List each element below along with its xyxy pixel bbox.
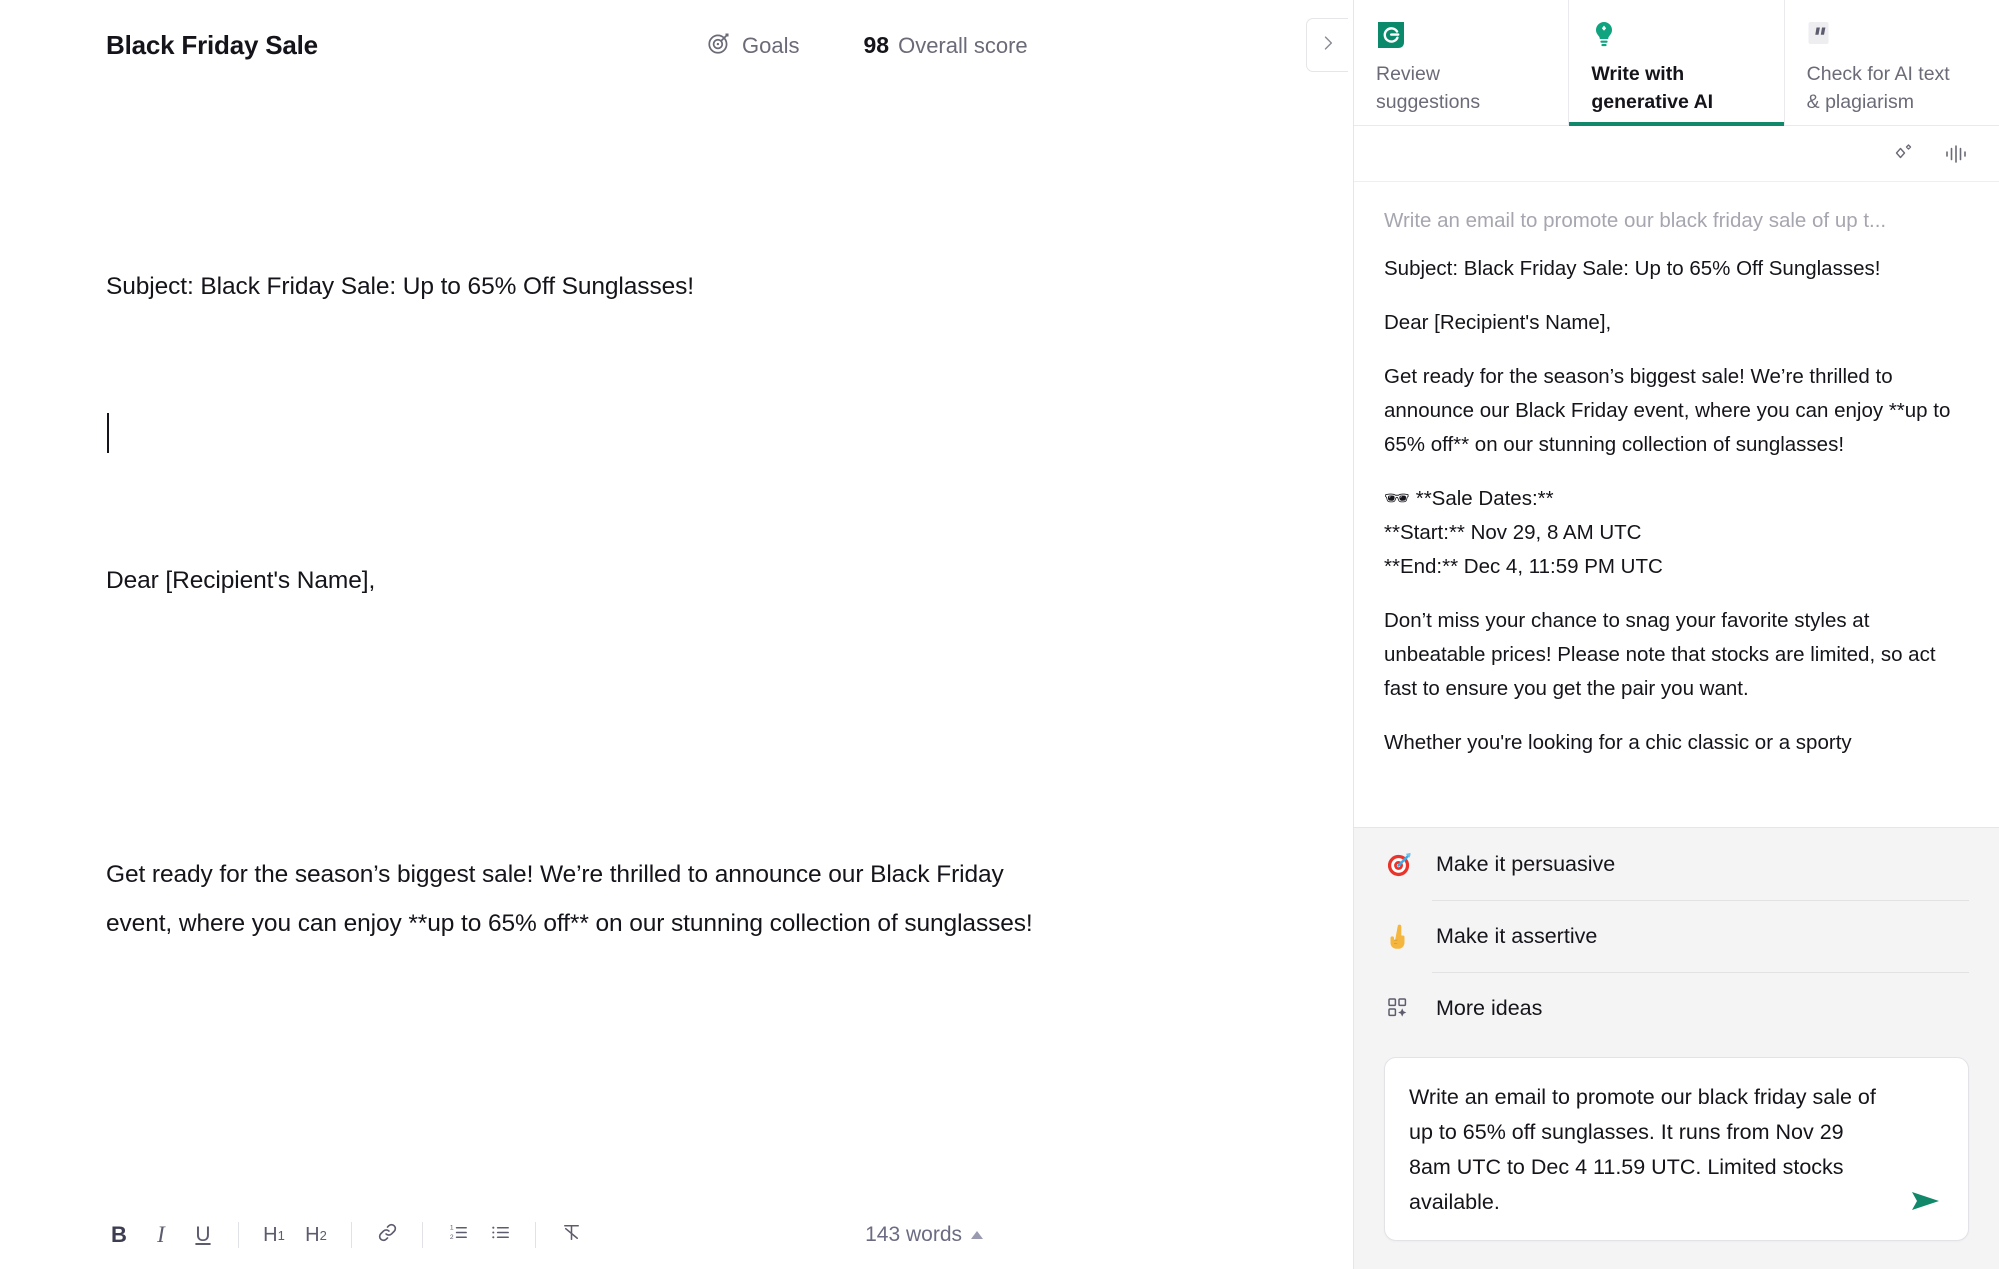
heading-1-button[interactable]: H1 — [253, 1214, 295, 1256]
grammarly-g-icon — [1376, 18, 1546, 52]
h1-number: 1 — [277, 1227, 285, 1243]
tab-check-ai-text-plagiarism[interactable]: Check for AI text & plagiarism — [1783, 0, 1999, 125]
goals-label: Goals — [742, 32, 800, 58]
voice-waveform-icon[interactable] — [1943, 141, 1971, 167]
toolbar-divider — [535, 1222, 536, 1248]
assistant-tabs: Review suggestions Write with generative… — [1354, 0, 1999, 126]
goals-target-icon — [706, 30, 732, 61]
ai-spacer — [1384, 462, 1969, 482]
formatting-toolbar: B I U H1 H2 1 2 143 words — [0, 1201, 1353, 1269]
link-button[interactable] — [366, 1214, 408, 1256]
pointing-up-icon — [1384, 923, 1414, 950]
list-group: 1 2 — [437, 1214, 521, 1256]
heading-2-button[interactable]: H2 — [295, 1214, 337, 1256]
send-button[interactable] — [1906, 1186, 1946, 1220]
header-actions: Goals 98 Overall score — [706, 30, 1028, 61]
doc-paragraph-intro: Get ready for the season’s biggest sale!… — [106, 861, 1033, 937]
suggestion-actions: Make it persuasive Make it assertive Mor… — [1354, 827, 1999, 1045]
assistant-toolbar — [1354, 126, 1999, 182]
toolbar-divider — [238, 1222, 239, 1248]
lightbulb-icon — [1591, 18, 1761, 52]
text-style-group: B I U — [98, 1214, 224, 1256]
editor-header: Black Friday Sale Goals 98 Overall score — [0, 0, 1353, 94]
h2-number: 2 — [319, 1227, 327, 1243]
heading-group: H1 H2 — [253, 1214, 337, 1256]
bullet-list-icon — [489, 1221, 512, 1250]
collapse-panel-button[interactable] — [1306, 18, 1348, 72]
h2-letter: H — [305, 1223, 320, 1246]
ai-output-subject: Subject: Black Friday Sale: Up to 65% Of… — [1384, 257, 1881, 280]
link-icon — [376, 1221, 399, 1250]
score-value: 98 — [863, 32, 890, 58]
suggestion-more-ideas-label: More ideas — [1436, 995, 1543, 1020]
clear-format-icon — [560, 1221, 583, 1250]
suggestion-make-it-persuasive[interactable]: Make it persuasive — [1384, 828, 1969, 900]
tab-write-with-generative-ai-label: Write with generative AI — [1591, 63, 1714, 113]
chevron-right-icon — [1318, 33, 1338, 58]
toolbar-divider — [422, 1222, 423, 1248]
page-title: Black Friday Sale — [106, 30, 318, 60]
word-count-label: 143 words — [865, 1223, 962, 1246]
ai-spacer — [1384, 706, 1969, 726]
toolbar-divider — [351, 1222, 352, 1248]
tab-review-suggestions-label: Review suggestions — [1376, 63, 1481, 113]
svg-text:2: 2 — [449, 1234, 453, 1241]
text-cursor — [107, 413, 109, 453]
dart-target-icon — [1384, 851, 1414, 878]
score-label: Overall score — [898, 33, 1028, 58]
svg-text:1: 1 — [449, 1224, 453, 1231]
document-text[interactable]: Subject: Black Friday Sale: Up to 65% Of… — [106, 94, 1036, 1201]
ai-output-styles: Whether you're looking for a chic classi… — [1384, 731, 1852, 754]
tab-review-suggestions[interactable]: Review suggestions — [1354, 0, 1569, 125]
text-caret-line — [106, 409, 1036, 458]
prompt-input[interactable]: Write an email to promote our black frid… — [1409, 1080, 1884, 1220]
doc-spacer — [106, 1046, 1036, 1095]
ai-output-sale-dates: 🕶 **Sale Dates:** **Start:** Nov 29, 8 A… — [1384, 487, 1663, 578]
prompt-composer[interactable]: Write an email to promote our black frid… — [1384, 1057, 1969, 1241]
composer-area: Write an email to promote our black frid… — [1354, 1045, 1999, 1269]
ai-output-intro: Get ready for the season’s biggest sale!… — [1384, 365, 1957, 456]
send-arrow-icon — [1909, 1187, 1943, 1220]
ai-spacer — [1384, 340, 1969, 360]
grammarly-editor-app: Black Friday Sale Goals 98 Overall score… — [0, 0, 1999, 1269]
bold-button[interactable]: B — [98, 1214, 140, 1256]
suggestion-make-it-assertive[interactable]: Make it assertive — [1384, 900, 1969, 972]
doc-spacer — [106, 703, 1036, 752]
sparkle-icon[interactable] — [1891, 141, 1917, 167]
grid-sparkle-icon — [1384, 995, 1414, 1021]
tab-check-ai-text-plagiarism-label: Check for AI text & plagiarism — [1806, 63, 1950, 113]
suggestion-more-ideas[interactable]: More ideas — [1384, 972, 1969, 1044]
bulleted-list-button[interactable] — [479, 1214, 521, 1256]
italic-button[interactable]: I — [140, 1214, 182, 1256]
numbered-list-icon: 1 2 — [447, 1221, 470, 1250]
overall-score[interactable]: 98 Overall score — [863, 32, 1027, 59]
doc-paragraph-sale-dates: 🕶 **Sale Dates:** **Start:** Nov 29, 8 A… — [106, 1193, 1036, 1201]
suggestion-make-it-persuasive-label: Make it persuasive — [1436, 851, 1616, 876]
suggestion-make-it-assertive-label: Make it assertive — [1436, 923, 1598, 948]
goals-button[interactable]: Goals — [706, 30, 799, 61]
ai-spacer — [1384, 286, 1969, 306]
prompt-echo: Write an email to promote our black frid… — [1384, 209, 1887, 232]
ai-spacer — [1384, 584, 1969, 604]
ordered-list-button[interactable]: 1 2 — [437, 1214, 479, 1256]
doc-paragraph-subject: Subject: Black Friday Sale: Up to 65% Of… — [106, 273, 694, 300]
doc-paragraph-greeting: Dear [Recipient's Name], — [106, 567, 376, 594]
ai-output-greeting: Dear [Recipient's Name], — [1384, 311, 1612, 334]
document-body[interactable]: Subject: Black Friday Sale: Up to 65% Of… — [0, 94, 1353, 1201]
editor-pane: Black Friday Sale Goals 98 Overall score… — [0, 0, 1353, 1269]
ai-output-urgency: Don’t miss your chance to snag your favo… — [1384, 609, 1942, 700]
quote-icon — [1807, 18, 1977, 52]
underline-button[interactable]: U — [182, 1214, 224, 1256]
assistant-output[interactable]: Write an email to promote our black frid… — [1354, 182, 1999, 827]
word-count[interactable]: 143 words — [865, 1223, 983, 1247]
assistant-panel: Review suggestions Write with generative… — [1353, 0, 1999, 1269]
tab-write-with-generative-ai[interactable]: Write with generative AI — [1568, 0, 1784, 126]
clear-formatting-button[interactable] — [550, 1214, 592, 1256]
chevron-up-icon — [971, 1231, 983, 1239]
h1-letter: H — [263, 1223, 278, 1246]
